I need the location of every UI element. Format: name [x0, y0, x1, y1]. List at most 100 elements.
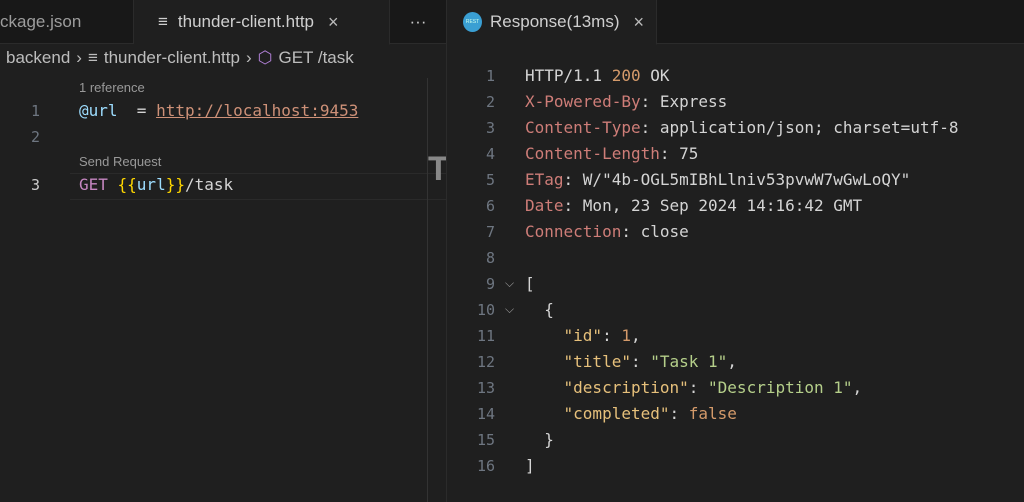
line-number: 3 — [30, 176, 40, 194]
code-line[interactable]: [ — [525, 274, 535, 293]
code-token: HTTP/1.1 — [525, 66, 612, 85]
code-token: }} — [165, 175, 185, 194]
tab-label: ckage.json — [0, 12, 82, 31]
line-number: 4 — [485, 145, 495, 163]
tab-response[interactable]: REST Response(13ms) × — [447, 0, 657, 45]
code-token: : 75 — [659, 144, 699, 163]
code-token: /task — [184, 175, 234, 194]
code-line[interactable]: { — [525, 300, 554, 319]
code-line[interactable]: GET {{url}}/task — [79, 175, 233, 194]
code-token: Content-Length — [525, 144, 660, 163]
code-line[interactable]: "completed": false — [525, 404, 737, 423]
code-token: url — [136, 175, 166, 194]
code-token: : Express — [640, 92, 728, 111]
more-actions-button[interactable]: ··· — [390, 0, 446, 44]
code-token: ETag — [525, 170, 564, 189]
code-token: } — [525, 430, 554, 449]
code-token: false — [688, 404, 737, 423]
code-token: "description" — [563, 378, 689, 397]
code-token: Connection — [525, 222, 622, 241]
code-token: : — [602, 326, 622, 345]
code-token: 200 — [611, 66, 641, 85]
code-line[interactable]: "title": "Task 1", — [525, 352, 737, 371]
line-number: 7 — [485, 223, 495, 241]
code-token: OK — [640, 66, 670, 85]
line-number: 9 — [485, 275, 495, 293]
code-token: : application/json; charset=utf-8 — [640, 118, 959, 137]
code-token: "id" — [563, 326, 603, 345]
code-token: : close — [621, 222, 689, 241]
tab-label: thunder-client.http — [177, 12, 315, 31]
fold-chevron-icon[interactable]: ⌵ — [505, 276, 514, 291]
file-lines-icon: ≡ — [87, 48, 98, 67]
chevron-right-icon: › — [245, 48, 252, 67]
line-number: 13 — [476, 379, 495, 397]
line-number: 16 — [476, 457, 495, 475]
response-pane: REST Response(13ms) × 1 HTTP/1.1 200 OK 2 X… — [447, 0, 1024, 502]
line-number: 2 — [30, 128, 40, 146]
code-line[interactable]: Date: Mon, 23 Sep 2024 14:16:42 GMT — [525, 196, 862, 215]
code-token: { — [525, 300, 554, 319]
request-editor-pane: ckage.json ≡ thunder-client.http × ··· b… — [0, 0, 449, 502]
breadcrumb-file[interactable]: thunder-client.http — [104, 48, 240, 68]
breadcrumb: backend › ≡ thunder-client.http › ⬡ GET … — [6, 48, 354, 68]
line-number: 1 — [485, 67, 495, 85]
code-line[interactable]: ] — [525, 456, 535, 475]
code-token: "completed" — [563, 404, 670, 423]
close-icon[interactable]: × — [633, 12, 644, 33]
code-line[interactable]: HTTP/1.1 200 OK — [525, 66, 670, 85]
code-line[interactable]: X-Powered-By: Express — [525, 92, 727, 111]
code-token: : Mon, 23 Sep 2024 14:16:42 GMT — [563, 196, 863, 215]
code-token: : — [688, 378, 709, 397]
chevron-right-icon: › — [76, 48, 82, 67]
code-line[interactable]: } — [525, 430, 554, 449]
code-token: "title" — [563, 352, 631, 371]
line-number: 11 — [476, 327, 495, 345]
tab-package-json[interactable]: ckage.json — [0, 0, 134, 44]
code-token: Content-Type — [525, 118, 641, 137]
code-line[interactable]: Connection: close — [525, 222, 689, 241]
minimap-border — [427, 78, 428, 502]
code-line[interactable]: "description": "Description 1", — [525, 378, 863, 397]
tab-label: Response(13ms) — [490, 12, 620, 31]
file-lines-icon: ≡ — [158, 12, 168, 31]
codelens-send-request[interactable]: Send Request — [79, 154, 161, 169]
close-icon[interactable]: × — [328, 12, 339, 33]
line-number: 14 — [476, 405, 495, 423]
code-token: @url — [79, 101, 118, 120]
code-token: {{ — [117, 175, 137, 194]
code-token: [ — [525, 274, 535, 293]
code-line[interactable]: ETag: W/"4b-OGL5mIBhLlniv53pvwW7wGwLoQY" — [525, 170, 910, 189]
code-line[interactable]: @url = http://localhost:9453 — [79, 101, 358, 120]
left-tab-bar: ckage.json ≡ thunder-client.http × ··· — [0, 0, 446, 45]
code-token: , — [630, 326, 641, 345]
breadcrumb-folder[interactable]: backend — [6, 48, 70, 68]
line-number: 5 — [485, 171, 495, 189]
code-line[interactable]: Content-Type: application/json; charset=… — [525, 118, 958, 137]
code-token: GET — [79, 175, 118, 194]
code-line[interactable]: "id": 1, — [525, 326, 641, 345]
tab-thunder-client-http[interactable]: ≡ thunder-client.http × — [134, 0, 390, 45]
code-line[interactable]: Content-Length: 75 — [525, 144, 698, 163]
code-token: "Task 1" — [650, 352, 728, 371]
code-token: , — [727, 352, 737, 371]
code-token: : — [669, 404, 689, 423]
fold-chevron-icon[interactable]: ⌵ — [505, 302, 514, 317]
code-token: = — [117, 101, 157, 120]
line-number: 15 — [476, 431, 495, 449]
code-token: : W/"4b-OGL5mIBhLlniv53pvwW7wGwLoQY" — [563, 170, 911, 189]
line-number: 1 — [30, 102, 40, 120]
line-number: 10 — [476, 301, 495, 319]
codelens-reference[interactable]: 1 reference — [79, 80, 145, 95]
code-token: 1 — [621, 326, 631, 345]
line-number: 3 — [485, 119, 495, 137]
right-tab-bar: REST Response(13ms) × — [447, 0, 1024, 45]
line-number: 2 — [485, 93, 495, 111]
code-token: Date — [525, 196, 564, 215]
code-token: , — [852, 378, 863, 397]
breadcrumb-symbol[interactable]: GET /task — [278, 48, 353, 68]
